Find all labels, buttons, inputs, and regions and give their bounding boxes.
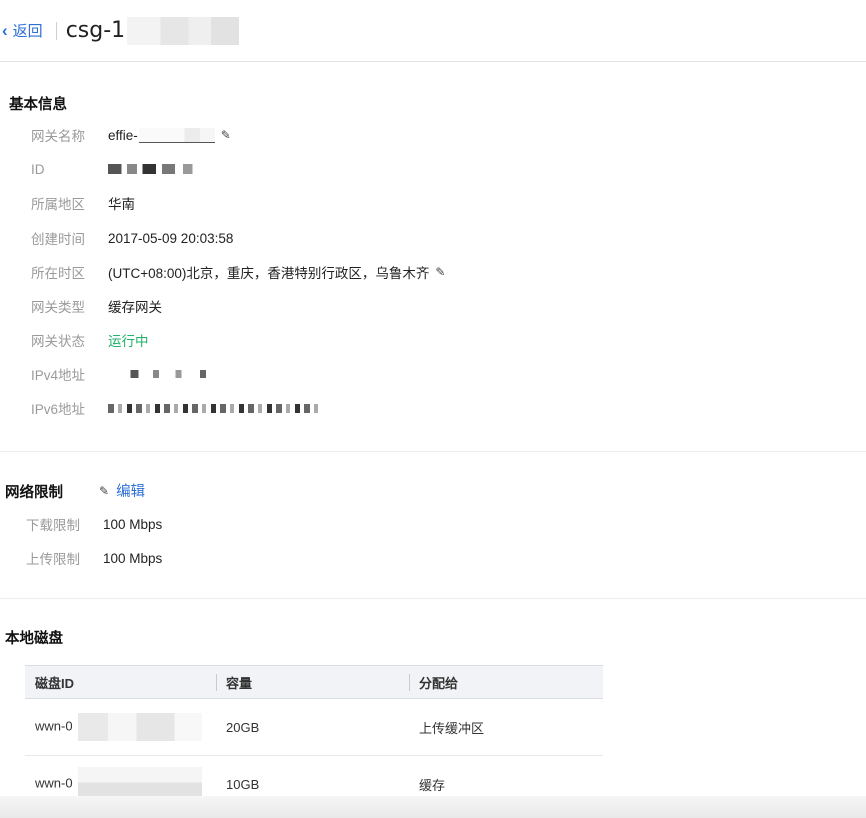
- row-label: 上传限制: [26, 552, 80, 567]
- disk-id-cell: wwn-0: [25, 698, 216, 756]
- row-label: ID: [31, 161, 45, 177]
- timezone-value: (UTC+08:00)北京，重庆，香港特别行政区，乌鲁木齐: [108, 266, 430, 281]
- redacted-id-blur: [108, 164, 204, 174]
- disk-id-text: wwn-0: [35, 718, 73, 734]
- redacted-ipv6-blur: [108, 403, 320, 413]
- row-region: 所属地区 华南: [31, 193, 135, 213]
- capacity-cell: 20GB: [216, 698, 409, 756]
- row-timezone: 所在时区 (UTC+08:00)北京，重庆，香港特别行政区，乌鲁木齐 ✎: [31, 262, 445, 282]
- section-divider: [0, 451, 866, 452]
- row-id: ID: [31, 159, 204, 179]
- section-divider: [0, 598, 866, 599]
- header-separator: [55, 21, 57, 40]
- column-header-disk-id: 磁盘ID: [25, 665, 216, 699]
- edit-network-limit-button[interactable]: ✎ 编辑: [99, 480, 145, 501]
- row-label: 网关名称: [31, 129, 85, 144]
- download-limit-value: 100 Mbps: [103, 516, 163, 532]
- bottom-shadow: [0, 796, 866, 818]
- local-disks-title: 本地磁盘: [5, 631, 63, 647]
- status-badge: 运行中: [108, 334, 149, 349]
- redacted-name-blur: [138, 127, 215, 143]
- edit-timezone-pencil-icon[interactable]: ✎: [435, 265, 445, 279]
- back-button[interactable]: ‹ 返回: [2, 20, 43, 41]
- redacted-title-blur: [127, 16, 240, 45]
- redacted-ipv4-blur: [108, 370, 210, 378]
- row-gateway-type: 网关类型 缓存网关: [31, 296, 162, 316]
- gateway-name-value: effie-: [108, 127, 138, 143]
- row-label: IPv4地址: [31, 368, 86, 383]
- row-upload-limit: 上传限制 100 Mbps: [26, 548, 162, 568]
- table-header-row: 磁盘ID 容量 分配给: [25, 665, 603, 699]
- row-label: 下载限制: [26, 518, 80, 533]
- network-limit-title: 网络限制: [5, 485, 63, 501]
- redacted-disk-id-blur: [78, 713, 203, 741]
- row-gateway-name: 网关名称 effie- ✎: [31, 125, 231, 145]
- row-ipv4: IPv4地址: [31, 364, 210, 384]
- assigned-cell: 上传缓冲区: [409, 698, 603, 756]
- table-row: wwn-0 20GB 上传缓冲区: [25, 698, 603, 756]
- page-header: ‹ 返回 csg-1: [0, 0, 866, 62]
- row-label: 所在时区: [31, 266, 85, 281]
- column-header-capacity: 容量: [216, 665, 409, 699]
- basic-info-title: 基本信息: [9, 97, 67, 113]
- edit-name-pencil-icon[interactable]: ✎: [221, 128, 231, 142]
- created-time-value: 2017-05-09 20:03:58: [108, 230, 234, 246]
- column-header-assigned: 分配给: [409, 665, 603, 699]
- region-value: 华南: [108, 197, 135, 212]
- disk-id-text: wwn-0: [35, 775, 73, 791]
- row-ipv6: IPv6地址: [31, 398, 320, 418]
- row-label: 网关类型: [31, 300, 85, 315]
- gateway-type-value: 缓存网关: [108, 300, 162, 315]
- page-title: csg-1: [65, 18, 126, 43]
- row-download-limit: 下载限制 100 Mbps: [26, 514, 162, 534]
- row-gateway-status: 网关状态 运行中: [31, 330, 149, 350]
- upload-limit-value: 100 Mbps: [103, 550, 163, 566]
- row-label: IPv6地址: [31, 402, 86, 417]
- edit-label: 编辑: [116, 484, 146, 500]
- row-label: 网关状态: [31, 334, 85, 349]
- row-label: 创建时间: [31, 232, 85, 247]
- row-label: 所属地区: [31, 197, 85, 212]
- back-label: 返回: [12, 23, 43, 40]
- chevron-left-icon: ‹: [2, 21, 8, 40]
- row-created-time: 创建时间 2017-05-09 20:03:58: [31, 228, 233, 248]
- pencil-icon: ✎: [99, 483, 110, 498]
- disk-table: 磁盘ID 容量 分配给 wwn-0 20GB 上传缓冲区 wwn-0 10GB …: [25, 665, 603, 813]
